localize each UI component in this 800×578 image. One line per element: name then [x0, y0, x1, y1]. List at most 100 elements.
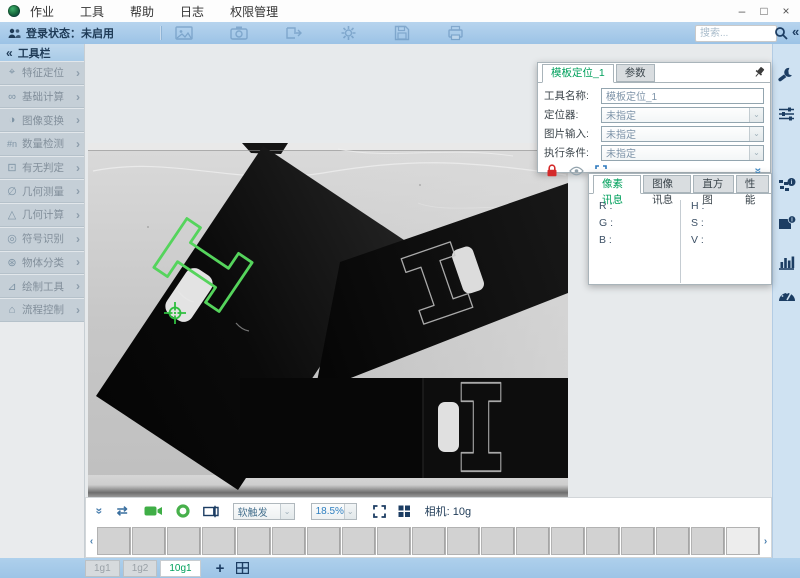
save-icon[interactable] [394, 25, 410, 41]
eye-icon[interactable] [569, 166, 584, 176]
sidebar-item-label: 绘制工具 [22, 279, 76, 294]
swap-view-icon[interactable]: ⇄ [117, 503, 128, 519]
filmstrip-frame[interactable] [656, 527, 690, 555]
dropdown-chevron-icon[interactable]: ⌄ [344, 504, 356, 519]
toolbar-collapse-icon[interactable]: « [792, 24, 799, 39]
menu-log[interactable]: 日志 [180, 3, 204, 20]
field-tool-name: 工具名称: 模板定位_1 [544, 86, 764, 105]
filmstrip-frame[interactable] [516, 527, 550, 555]
filmstrip-frame[interactable] [412, 527, 446, 555]
filmstrip-frame[interactable] [132, 527, 166, 555]
minimize-button[interactable]: – [734, 4, 750, 18]
sidebar-item-image-transform[interactable]: ◑ 图像变换 › [0, 108, 84, 132]
lock-icon[interactable] [546, 164, 558, 177]
sidebar-item-geometry-measure[interactable]: ∅ 几何测量 › [0, 179, 84, 203]
menu-job[interactable]: 作业 [30, 3, 54, 20]
pixel-info-icon[interactable]: i [778, 177, 796, 194]
count-detect-icon: #n [5, 139, 19, 149]
frame-sequence-icon[interactable] [203, 505, 219, 518]
camera-image-view[interactable] [88, 143, 568, 497]
filmstrip-frame[interactable] [202, 527, 236, 555]
filmstrip-prev-icon[interactable]: ‹ [86, 536, 97, 547]
image-info-icon[interactable]: i [778, 215, 796, 231]
dropdown-chevron-icon[interactable]: ⌄ [749, 127, 763, 141]
export-icon[interactable] [285, 25, 303, 41]
b-value-label: B : [599, 234, 680, 251]
live-video-icon[interactable] [144, 505, 163, 517]
sidebar-item-symbol-recognition[interactable]: ◎ 符号识别 › [0, 227, 84, 251]
close-button[interactable]: × [778, 4, 794, 18]
zoom-level-select[interactable]: 18.5% ⌄ [311, 503, 357, 520]
filmstrip-frames[interactable] [97, 527, 760, 555]
sidebar-item-geometry-calc[interactable]: △ 几何计算 › [0, 203, 84, 227]
tab-histogram[interactable]: 直方图 [693, 175, 734, 193]
sidebar-item-feature-locate[interactable]: ⌖ 特征定位 › [0, 61, 84, 85]
menu-tools[interactable]: 工具 [80, 3, 104, 20]
sidebar-item-basic-calc[interactable]: ∞ 基础计算 › [0, 85, 84, 109]
scene-tab-1g2[interactable]: 1g2 [123, 560, 158, 577]
sidebar-item-presence-check[interactable]: ⊡ 有无判定 › [0, 156, 84, 180]
tab-parameters[interactable]: 参数 [616, 64, 655, 82]
image-input-select[interactable]: 未指定 ⌄ [601, 126, 764, 142]
filmstrip-frame[interactable] [726, 527, 760, 555]
filmstrip-frame[interactable] [237, 527, 271, 555]
sidebar-item-flow-control[interactable]: ⌂ 流程控制 › [0, 298, 84, 322]
sidebar-item-label: 数量检测 [22, 136, 76, 151]
wrench-icon[interactable] [778, 66, 795, 83]
sidebar-item-count-detect[interactable]: #n 数量检测 › [0, 132, 84, 156]
filmstrip-frame[interactable] [272, 527, 306, 555]
viewer-collapse-icon[interactable]: » [95, 508, 103, 515]
menu-permissions[interactable]: 权限管理 [230, 3, 278, 20]
locator-select[interactable]: 未指定 ⌄ [601, 107, 764, 123]
tab-image-info[interactable]: 图像讯息 [643, 175, 691, 193]
filmstrip-frame[interactable] [586, 527, 620, 555]
sidebar-header[interactable]: « 工具栏 [0, 44, 84, 61]
add-scene-button[interactable]: + [216, 561, 225, 576]
sidebar-item-draw-tools[interactable]: ⊿ 绘制工具 › [0, 274, 84, 298]
maximize-button[interactable]: □ [756, 4, 772, 18]
sidebar-item-object-classify[interactable]: ⊛ 物体分类 › [0, 251, 84, 275]
settings-gear-icon[interactable] [340, 25, 357, 41]
filmstrip-next-icon[interactable]: › [760, 536, 771, 547]
camera-icon[interactable] [230, 25, 248, 41]
tab-pixel-info[interactable]: 像素讯息 [593, 175, 641, 194]
dropdown-chevron-icon[interactable]: ⌄ [749, 146, 763, 160]
tab-performance[interactable]: 性能 [736, 175, 769, 193]
print-icon[interactable] [447, 25, 464, 41]
search-icon[interactable] [774, 26, 788, 40]
record-ring-icon[interactable] [176, 504, 190, 518]
scene-tab-10g1[interactable]: 10g1 [160, 560, 200, 577]
menu-help[interactable]: 帮助 [130, 3, 154, 20]
multi-view-grid-icon[interactable] [398, 505, 411, 518]
fit-view-icon[interactable] [373, 505, 386, 518]
performance-gauge-icon[interactable] [778, 287, 796, 303]
toolbar-icons [175, 25, 464, 41]
exec-condition-select[interactable]: 未指定 ⌄ [601, 145, 764, 161]
user-group-icon [8, 28, 21, 39]
filmstrip-frame[interactable] [481, 527, 515, 555]
filmstrip-frame[interactable] [377, 527, 411, 555]
tab-template-locate[interactable]: 模板定位_1 [542, 64, 614, 83]
tool-name-input[interactable]: 模板定位_1 [601, 88, 764, 104]
filmstrip-frame[interactable] [342, 527, 376, 555]
dropdown-chevron-icon[interactable]: ⌄ [749, 108, 763, 122]
scene-tab-1g1[interactable]: 1g1 [85, 560, 120, 577]
dropdown-chevron-icon[interactable]: ⌄ [280, 504, 294, 519]
filmstrip-frame[interactable] [97, 527, 131, 555]
sidebar-item-label: 几何计算 [22, 207, 76, 222]
pin-icon[interactable] [754, 66, 765, 78]
adjust-sliders-icon[interactable] [778, 106, 795, 122]
filmstrip-frame[interactable] [167, 527, 201, 555]
filmstrip-frame[interactable] [307, 527, 341, 555]
scene-grid-icon[interactable] [236, 562, 249, 574]
filmstrip-frame[interactable] [551, 527, 585, 555]
search-input[interactable] [695, 25, 777, 42]
filmstrip-frame[interactable] [691, 527, 725, 555]
sidebar-collapse-icon[interactable]: « [6, 46, 13, 60]
trigger-mode-select[interactable]: 软触发 ⌄ [233, 503, 295, 520]
filmstrip-frame[interactable] [447, 527, 481, 555]
open-image-icon[interactable] [175, 25, 193, 41]
filmstrip-frame[interactable] [621, 527, 655, 555]
sidebar-item-label: 符号识别 [22, 231, 76, 246]
histogram-icon[interactable] [778, 254, 795, 270]
